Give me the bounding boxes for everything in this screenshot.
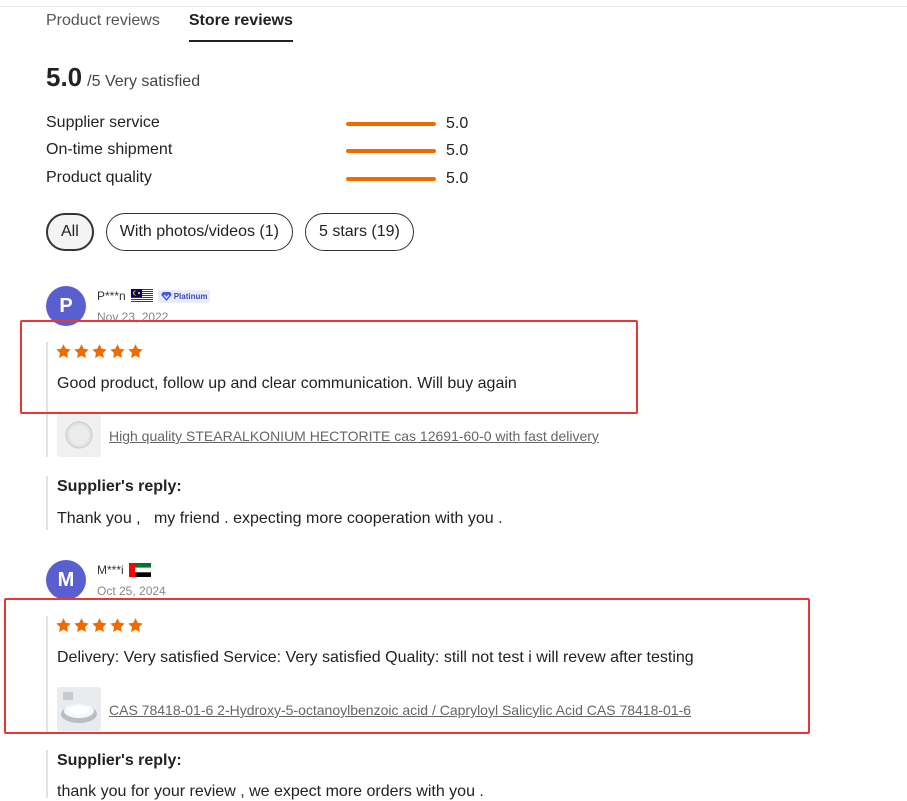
white-tablet-icon[interactable]	[57, 413, 101, 457]
review-tabs: Product reviews Store reviews	[46, 12, 293, 42]
supplier-reply-text: thank you for your review , we expect mo…	[57, 783, 484, 800]
metric-bar	[346, 177, 436, 181]
platinum-badge: Platinum	[157, 289, 211, 303]
tab-store-reviews[interactable]: Store reviews	[188, 12, 293, 42]
filter-all[interactable]: All	[46, 213, 94, 251]
avatar: M	[46, 560, 86, 600]
metric-bar-fill	[346, 149, 436, 153]
overall-score-suffix: /5 Very satisfied	[87, 73, 201, 90]
supplier-reply-header: Supplier's reply:	[57, 752, 182, 769]
reply-divider-line	[46, 750, 48, 798]
supplier-reply-text: Thank you , my friend . expecting more c…	[57, 510, 503, 527]
metric-value: 5.0	[446, 170, 469, 187]
metric-label: Supplier service	[46, 114, 160, 131]
metric-bar	[346, 149, 436, 153]
metric-label: On-time shipment	[46, 141, 173, 158]
rating-summary: 5.0 /5 Very satisfied	[46, 62, 200, 93]
malaysia-flag-icon	[130, 289, 153, 303]
reviewer-name: M***i	[97, 563, 124, 577]
metric-product-quality: Product quality 5.0	[46, 169, 486, 189]
top-divider	[0, 6, 907, 7]
filter-5-stars[interactable]: 5 stars (19)	[304, 213, 414, 251]
metric-value: 5.0	[446, 142, 469, 159]
metric-bar-fill	[346, 122, 436, 126]
metric-bar	[346, 122, 436, 126]
reviewer-name: P***n	[97, 289, 126, 303]
metric-bar-fill	[346, 177, 436, 181]
overall-score: 5.0	[46, 62, 83, 92]
metric-on-time-shipment: On-time shipment 5.0	[46, 141, 486, 161]
reply-divider-line	[46, 476, 48, 530]
reviewer-info: M***i	[97, 563, 151, 577]
filter-with-photos[interactable]: With photos/videos (1)	[105, 213, 293, 251]
metric-value: 5.0	[446, 115, 469, 132]
highlight-box	[4, 598, 810, 734]
badge-label: Platinum	[173, 291, 208, 301]
review-filters: All With photos/videos (1) 5 stars (19)	[46, 213, 414, 251]
highlight-box	[20, 320, 638, 414]
review-date: Oct 25, 2024	[97, 584, 166, 598]
supplier-reply-header: Supplier's reply:	[57, 478, 182, 495]
metric-supplier-service: Supplier service 5.0	[46, 114, 486, 134]
diamond-icon	[160, 291, 172, 301]
uae-flag-icon	[128, 563, 151, 577]
metric-label: Product quality	[46, 169, 152, 186]
product-link[interactable]: High quality STEARALKONIUM HECTORITE cas…	[109, 428, 599, 444]
reviewer-info: P***n Platinum	[97, 289, 211, 303]
tab-product-reviews[interactable]: Product reviews	[46, 12, 160, 42]
